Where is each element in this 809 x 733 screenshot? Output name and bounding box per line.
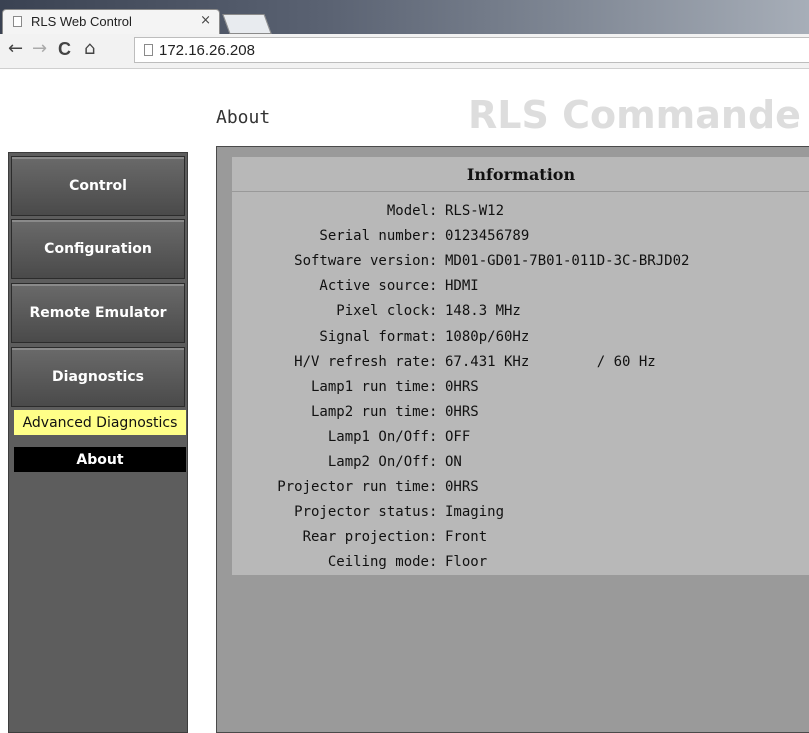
info-row-label: Ceiling mode (327, 554, 429, 571)
info-row-label: Signal format (319, 328, 429, 345)
info-row: Lamp1 On/Off: OFF (232, 425, 809, 450)
info-row-separator: : (429, 504, 438, 521)
info-row-label: H/V refresh rate (294, 353, 429, 370)
info-row-label: Lamp2 On/Off (327, 454, 429, 470)
info-row: Lamp2 run time:0HRS (232, 400, 809, 425)
brand-logo-text: RLS Commande (468, 93, 801, 137)
sidebar-item-remote-emulator[interactable]: Remote Emulator (11, 283, 185, 343)
sidebar: Control Configuration Remote Emulator Di… (8, 152, 188, 733)
info-row-value: 0HRS (445, 378, 479, 395)
page-title: About (216, 107, 271, 128)
reload-icon[interactable]: C (58, 40, 71, 58)
info-row: Pixel clock:148.3 MHz (232, 299, 809, 324)
info-row-value: Imaging (445, 504, 505, 521)
info-row-value: 67.431 KHz / 60 Hz (445, 353, 656, 370)
info-row-label: Serial number (319, 228, 429, 245)
info-row-label: Rear projection (302, 529, 429, 546)
info-row-label: Lamp2 run time (310, 403, 429, 420)
info-row-value: MD01-GD01-7B01-011D-3C-BRJD02 (445, 253, 690, 270)
info-row: Projector run time:0HRS (232, 475, 809, 500)
info-row-value: 0HRS (445, 479, 479, 496)
info-row: Software version: MD01-GD01-7B01-011D-3C-… (232, 249, 809, 274)
info-row-separator: : (429, 253, 438, 270)
browser-toolbar: ← → C ⌂ 172.16.26.208 (0, 34, 809, 69)
back-arrow-icon[interactable]: ← (8, 40, 23, 58)
info-row-label: Model (386, 203, 429, 219)
info-row-separator: : (429, 403, 438, 420)
info-row-value: Floor (445, 554, 488, 571)
info-row-separator: : (429, 278, 438, 295)
info-row-value: ON (445, 454, 462, 470)
address-bar[interactable]: 172.16.26.208 (134, 37, 809, 63)
info-row-separator: : (429, 203, 438, 219)
close-icon[interactable]: × (200, 13, 211, 28)
page-icon (144, 44, 153, 56)
info-row: Serial number:0123456789 (232, 224, 809, 249)
home-icon[interactable]: ⌂ (84, 40, 95, 58)
forward-arrow-icon[interactable]: → (32, 40, 47, 58)
info-row: Projector status: Imaging (232, 500, 809, 525)
info-row-separator: : (429, 228, 438, 245)
info-row-value: HDMI (445, 278, 479, 295)
sidebar-item-control[interactable]: Control (11, 156, 185, 216)
info-row: Lamp1 run time:0HRS (232, 375, 809, 400)
info-row: Ceiling mode: Floor (232, 550, 809, 575)
info-row: Lamp2 On/Off: ON (232, 450, 809, 475)
info-row-label: Projector run time (277, 479, 429, 496)
info-row-separator: : (429, 554, 438, 571)
info-row: Active source: HDMI (232, 274, 809, 299)
tab-title: RLS Web Control (31, 14, 132, 29)
info-row: Model: RLS-W12 (232, 199, 809, 224)
sidebar-item-advanced-diagnostics[interactable]: Advanced Diagnostics (14, 410, 186, 435)
info-row-separator: : (429, 303, 438, 320)
browser-tab[interactable]: RLS Web Control × (2, 9, 220, 34)
info-row-value: 0123456789 (445, 228, 530, 245)
page-header: About RLS Commande (0, 69, 809, 151)
info-row-label: Pixel clock (336, 303, 429, 320)
info-row-value: 148.3 MHz (445, 303, 521, 320)
sidebar-item-configuration[interactable]: Configuration (11, 219, 185, 279)
info-row-value: OFF (445, 428, 471, 445)
page-icon (13, 16, 22, 27)
sidebar-item-about[interactable]: About (14, 447, 186, 472)
info-row-label: Projector status (294, 504, 429, 521)
info-row-separator: : (429, 353, 438, 370)
info-row-label: Software version (294, 253, 429, 270)
info-row-label: Active source (319, 278, 429, 295)
info-row-separator: : (429, 529, 438, 546)
new-tab-button[interactable] (222, 14, 272, 34)
browser-tabstrip: RLS Web Control × (0, 0, 809, 34)
url-text[interactable]: 172.16.26.208 (159, 42, 255, 59)
information-heading: Information (232, 157, 809, 192)
info-row-value: RLS-W12 (445, 203, 505, 219)
info-row: Rear projection: Front (232, 525, 809, 550)
info-row-label: Lamp1 On/Off (327, 428, 429, 445)
sidebar-item-diagnostics[interactable]: Diagnostics (11, 347, 185, 407)
info-row-separator: : (429, 328, 438, 345)
info-row-separator: : (429, 454, 438, 470)
content-frame: Information Model: RLS-W12 Serial number:0… (216, 146, 809, 733)
info-row-value: 1080p/60Hz (445, 328, 530, 345)
info-row: Signal format:1080p/60Hz (232, 325, 809, 350)
info-row: H/V refresh rate:67.431 KHz / 60 Hz (232, 350, 809, 375)
info-row-value: 0HRS (445, 403, 479, 420)
info-row-value: Front (445, 529, 488, 546)
info-row-label: Lamp1 run time (310, 378, 429, 395)
information-panel: Information Model: RLS-W12 Serial number:0… (232, 157, 809, 575)
info-row-separator: : (429, 378, 438, 395)
info-row-separator: : (429, 428, 438, 445)
info-row-separator: : (429, 479, 438, 496)
